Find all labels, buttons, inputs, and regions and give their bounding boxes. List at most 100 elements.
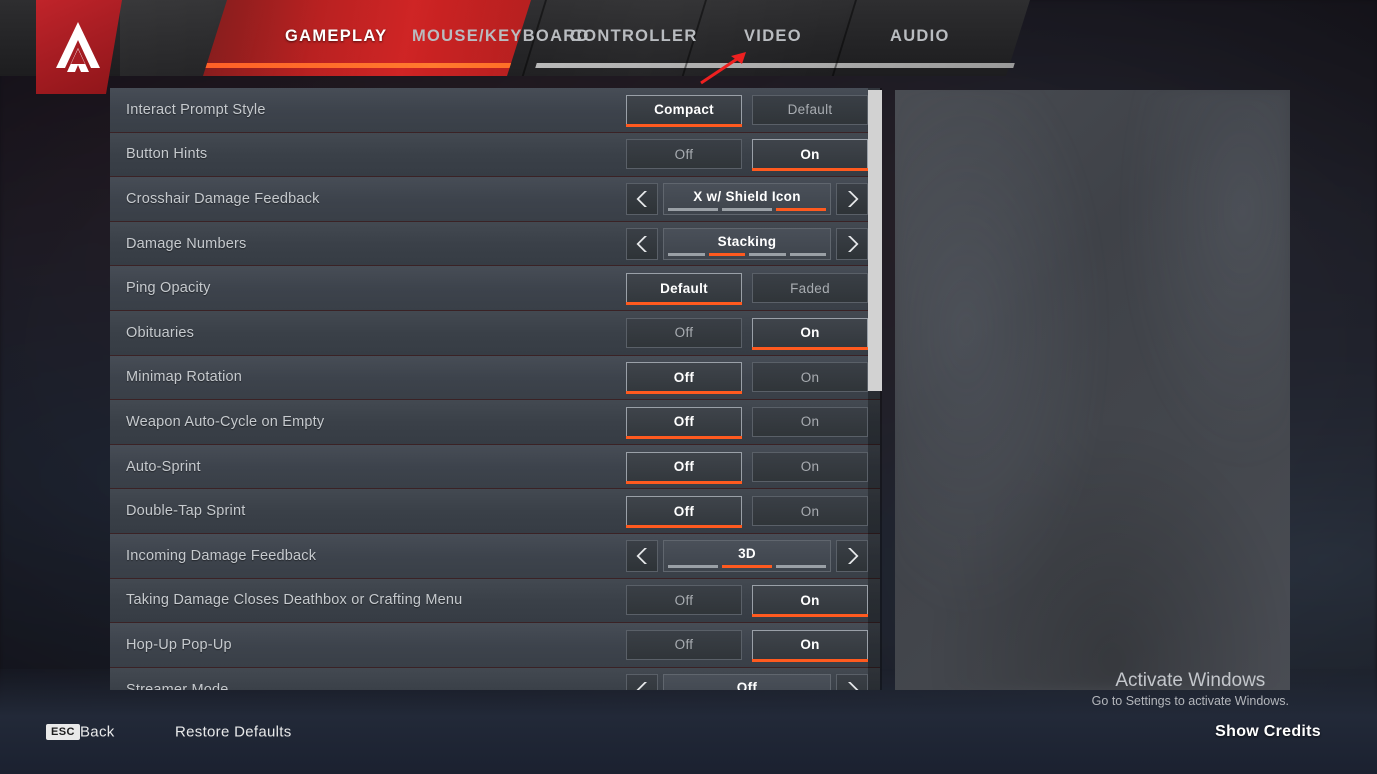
- stepper-segments: [668, 252, 826, 256]
- stepper-segment: [776, 207, 826, 211]
- inactive-tab-underline: [535, 63, 1015, 68]
- stepper-segments: [668, 207, 826, 211]
- preview-image: [895, 90, 1290, 690]
- scrollbar-thumb[interactable]: [868, 90, 882, 391]
- tab-bar: GAMEPLAY MOUSE/KEYBOARD CONTROLLER VIDEO…: [0, 0, 1377, 88]
- toggle-option[interactable]: On: [752, 451, 868, 482]
- tab-video[interactable]: VIDEO: [744, 24, 802, 48]
- toggle-option[interactable]: Off: [626, 629, 742, 660]
- setting-row[interactable]: Streamer Mode Off: [110, 667, 880, 690]
- tab-mouse-keyboard[interactable]: MOUSE/KEYBOARD: [412, 24, 590, 48]
- toggle-option[interactable]: Default: [626, 273, 742, 306]
- tab-controller[interactable]: CONTROLLER: [570, 24, 698, 48]
- stepper-value: Stacking: [717, 233, 777, 249]
- setting-row[interactable]: Incoming Damage Feedback 3D: [110, 533, 880, 579]
- chevron-left-icon[interactable]: [626, 539, 658, 572]
- setting-row[interactable]: Minimap Rotation Off On: [110, 355, 880, 401]
- settings-list[interactable]: Interact Prompt Style Compact Default Butto…: [110, 88, 880, 690]
- restore-defaults-button[interactable]: Restore Defaults: [175, 724, 292, 741]
- stepper[interactable]: Stacking: [626, 227, 868, 260]
- setting-control[interactable]: Default Faded: [616, 273, 868, 306]
- stepper[interactable]: X w/ Shield Icon: [626, 182, 868, 215]
- toggle-option[interactable]: Compact: [626, 94, 742, 127]
- stepper-segment: [722, 564, 772, 568]
- toggle-option[interactable]: Off: [626, 451, 742, 484]
- setting-row[interactable]: Obituaries Off On: [110, 310, 880, 356]
- setting-control[interactable]: 3D: [626, 539, 868, 572]
- setting-control[interactable]: Off: [626, 673, 868, 690]
- toggle-option[interactable]: Faded: [752, 273, 868, 304]
- toggle-option[interactable]: Default: [752, 94, 868, 125]
- setting-label: Crosshair Damage Feedback: [126, 190, 320, 207]
- stepper-value-box: X w/ Shield Icon: [663, 182, 831, 215]
- stepper-value-box: 3D: [663, 539, 831, 572]
- stepper[interactable]: 3D: [626, 539, 868, 572]
- toggle-option[interactable]: On: [752, 496, 868, 527]
- toggle-option[interactable]: Off: [626, 139, 742, 170]
- toggle-option[interactable]: On: [752, 406, 868, 437]
- stepper-value: Off: [736, 679, 758, 690]
- chevron-left-icon[interactable]: [626, 182, 658, 215]
- setting-row[interactable]: Taking Damage Closes Deathbox or Craftin…: [110, 578, 880, 624]
- tab-audio[interactable]: AUDIO: [890, 24, 950, 48]
- setting-label: Ping Opacity: [126, 280, 211, 297]
- toggle-option[interactable]: On: [752, 629, 868, 662]
- setting-label: Auto-Sprint: [126, 458, 201, 475]
- setting-row[interactable]: Hop-Up Pop-Up Off On: [110, 623, 880, 668]
- setting-control[interactable]: Off On: [616, 585, 868, 618]
- chevron-right-icon[interactable]: [836, 182, 868, 215]
- setting-row[interactable]: Ping Opacity Default Faded: [110, 266, 880, 311]
- setting-row[interactable]: Crosshair Damage Feedback X w/ Shield Ico…: [110, 177, 880, 222]
- chevron-right-icon[interactable]: [836, 673, 868, 690]
- stepper-segment: [776, 564, 826, 568]
- setting-control[interactable]: Stacking: [626, 227, 868, 260]
- setting-control[interactable]: Off On: [616, 317, 868, 350]
- setting-label: Minimap Rotation: [126, 369, 243, 386]
- setting-row[interactable]: Damage Numbers Stacking: [110, 221, 880, 267]
- setting-control[interactable]: Off On: [616, 362, 868, 395]
- chevron-left-icon[interactable]: [626, 673, 658, 690]
- chevron-left-icon[interactable]: [626, 227, 658, 260]
- toggle-option[interactable]: Off: [626, 496, 742, 529]
- tab-gameplay[interactable]: GAMEPLAY: [285, 24, 387, 48]
- setting-row[interactable]: Interact Prompt Style Compact Default: [110, 88, 880, 133]
- setting-row[interactable]: Auto-Sprint Off On: [110, 444, 880, 490]
- chevron-right-icon[interactable]: [836, 227, 868, 260]
- setting-control[interactable]: Off On: [616, 451, 868, 484]
- stepper-segment: [668, 564, 718, 568]
- setting-control[interactable]: Off On: [616, 139, 868, 172]
- toggle-option[interactable]: On: [752, 585, 868, 618]
- stepper-segment: [789, 252, 826, 256]
- stepper[interactable]: Off: [626, 673, 868, 690]
- scrollbar-track[interactable]: [868, 88, 882, 690]
- esc-key-badge: ESC: [46, 724, 80, 740]
- setting-row[interactable]: Weapon Auto-Cycle on Empty Off On: [110, 400, 880, 445]
- setting-control[interactable]: Off On: [616, 406, 868, 439]
- toggle-option[interactable]: Off: [626, 585, 742, 616]
- chevron-right-icon[interactable]: [836, 539, 868, 572]
- toggle-option[interactable]: Off: [626, 362, 742, 395]
- show-credits-button[interactable]: Show Credits: [1215, 723, 1321, 741]
- toggle-option[interactable]: On: [752, 362, 868, 393]
- stepper-value-box: Stacking: [663, 227, 831, 260]
- setting-control[interactable]: Compact Default: [616, 94, 868, 127]
- toggle-option[interactable]: Off: [626, 317, 742, 348]
- setting-control[interactable]: X w/ Shield Icon: [626, 182, 868, 215]
- stepper-value-box: Off: [663, 673, 831, 690]
- setting-label: Taking Damage Closes Deathbox or Craftin…: [126, 592, 463, 609]
- setting-label: Hop-Up Pop-Up: [126, 636, 232, 653]
- back-button[interactable]: Back: [80, 724, 115, 741]
- setting-control[interactable]: Off On: [616, 496, 868, 529]
- toggle-option[interactable]: On: [752, 139, 868, 172]
- toggle-option[interactable]: Off: [626, 406, 742, 439]
- stepper-segment: [722, 207, 772, 211]
- setting-row[interactable]: Double-Tap Sprint Off On: [110, 489, 880, 534]
- setting-label: Button Hints: [126, 146, 208, 163]
- setting-label: Obituaries: [126, 324, 195, 341]
- toggle-option[interactable]: On: [752, 317, 868, 350]
- setting-label: Streamer Mode: [126, 681, 229, 690]
- setting-control[interactable]: Off On: [616, 629, 868, 662]
- stepper-value: X w/ Shield Icon: [693, 188, 801, 204]
- setting-row[interactable]: Button Hints Off On: [110, 132, 880, 178]
- stepper-segment: [708, 252, 745, 256]
